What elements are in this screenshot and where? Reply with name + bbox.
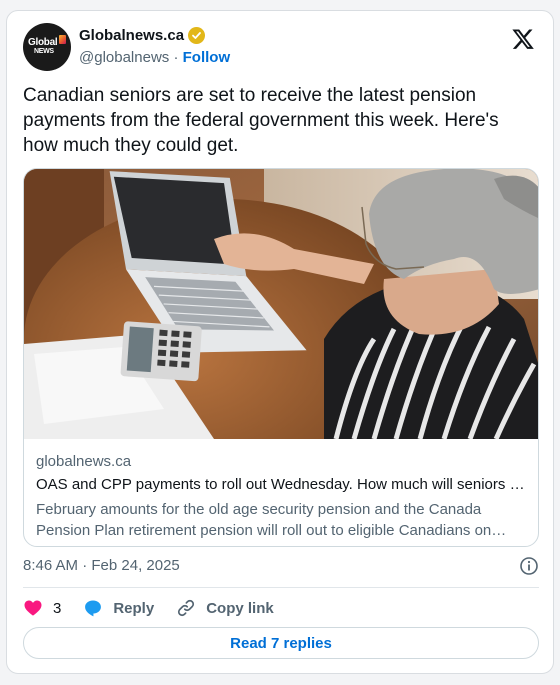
- account-name[interactable]: Globalnews.ca: [79, 27, 184, 44]
- avatar-logo: Global NEWS: [28, 38, 58, 56]
- link-description: February amounts for the old age securit…: [36, 501, 492, 539]
- link-meta: globalnews.ca OAS and CPP payments to ro…: [36, 452, 530, 541]
- link-title: OAS and CPP payments to roll out Wednesd…: [36, 476, 530, 493]
- post-header: Global NEWS Globalnews.ca @globalnews · …: [23, 23, 539, 73]
- heart-icon: [24, 600, 42, 616]
- avatar[interactable]: Global NEWS: [23, 23, 71, 71]
- verified-badge-icon: [188, 27, 206, 44]
- divider: [23, 587, 539, 588]
- post-text: Canadian seniors are set to receive the …: [23, 85, 499, 156]
- follow-button[interactable]: Follow: [183, 49, 231, 66]
- reply-button[interactable]: Reply: [83, 598, 154, 618]
- handle-row: @globalnews · Follow: [79, 49, 230, 66]
- read-replies-button[interactable]: Read 7 replies: [23, 627, 539, 659]
- reply-bubble-icon: [85, 600, 102, 617]
- action-bar: 3 Reply Copy link: [23, 596, 296, 620]
- timestamp-row: 8:46 AM · Feb 24, 2025: [23, 554, 539, 578]
- account-handle[interactable]: @globalnews: [79, 49, 169, 66]
- info-icon[interactable]: [519, 556, 539, 576]
- embedded-post-card: Global NEWS Globalnews.ca @globalnews · …: [6, 10, 554, 674]
- copy-link-button[interactable]: Copy link: [176, 598, 274, 618]
- handle-separator: ·: [169, 49, 183, 66]
- link-preview-card[interactable]: globalnews.ca OAS and CPP payments to ro…: [23, 168, 539, 547]
- link-icon: [178, 599, 195, 617]
- like-count: 3: [53, 599, 62, 617]
- like-button[interactable]: 3: [23, 598, 61, 618]
- logo-mark: [59, 35, 66, 44]
- post-timestamp[interactable]: 8:46 AM · Feb 24, 2025: [23, 557, 180, 574]
- logo-line2: NEWS: [34, 48, 54, 55]
- copy-link-label: Copy link: [206, 599, 274, 617]
- article-photo: [24, 169, 538, 439]
- link-domain: globalnews.ca: [36, 453, 132, 470]
- reply-label: Reply: [113, 599, 155, 617]
- x-logo-icon[interactable]: [511, 27, 535, 51]
- name-row: Globalnews.ca: [79, 27, 206, 44]
